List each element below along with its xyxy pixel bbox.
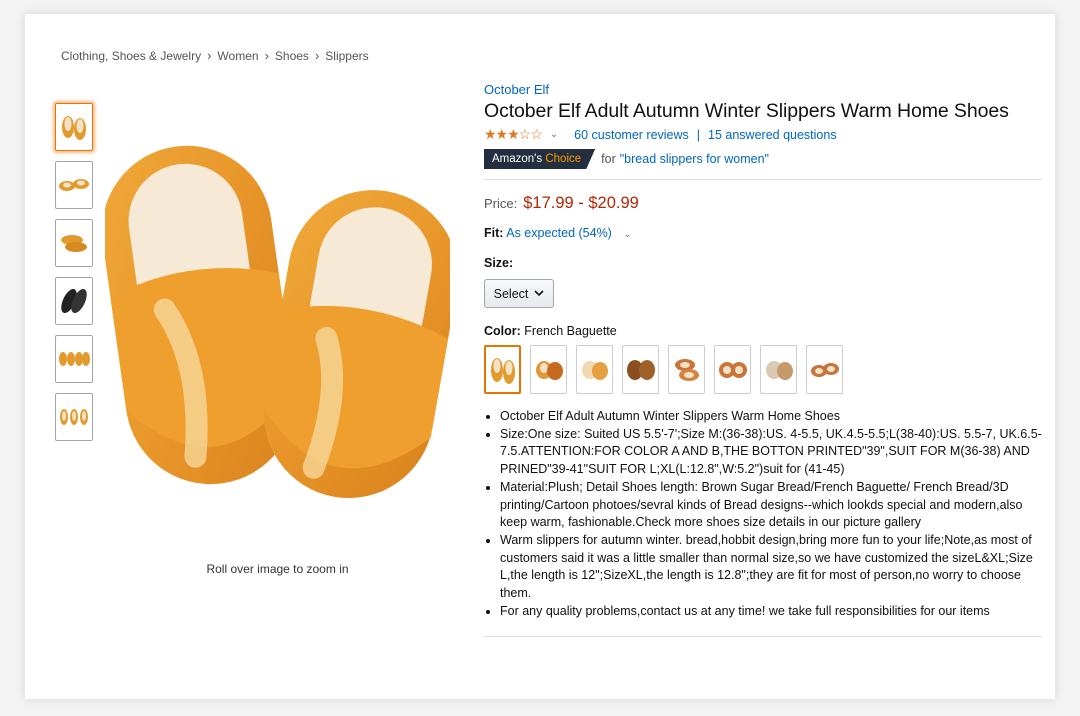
feature-bullet: October Elf Adult Autumn Winter Slippers…	[500, 408, 1044, 426]
breadcrumb: Clothing, Shoes & Jewelry › Women › Shoe…	[61, 48, 369, 63]
color-swatch-4[interactable]	[622, 345, 659, 394]
breadcrumb-shoes[interactable]: Shoes	[275, 49, 309, 63]
color-value: French Baguette	[524, 324, 617, 338]
amazons-choice-row: Amazon's Choice for "bread slippers for …	[484, 149, 1044, 169]
brand-link[interactable]: October Elf	[484, 82, 1044, 97]
choice-for-label: for	[601, 152, 616, 166]
thumbnail-2[interactable]	[55, 161, 93, 209]
price-label: Price:	[484, 196, 518, 211]
size-select[interactable]: Select	[484, 279, 554, 308]
fit-row: Fit: As expected (54%) ⌄	[484, 226, 1044, 240]
color-swatch-3[interactable]	[576, 345, 613, 394]
feature-bullet: For any quality problems,contact us at a…	[500, 603, 1044, 621]
thumbnail-1[interactable]	[55, 103, 93, 151]
chevron-right-icon: ›	[207, 48, 212, 63]
reviews-link[interactable]: 60 customer reviews	[574, 128, 689, 142]
price-value: $17.99 - $20.99	[523, 194, 639, 212]
feature-bullet: Material:Plush; Detail Shoes length: Bro…	[500, 479, 1044, 532]
color-label-row: Color: French Baguette	[484, 324, 1044, 338]
amazons-choice-badge: Amazon's Choice	[484, 149, 596, 169]
color-swatch-5[interactable]	[668, 345, 705, 394]
thumbnail-5[interactable]	[55, 335, 93, 383]
rating-row: ★★★☆☆ ⌄ 60 customer reviews | 15 answere…	[484, 126, 1044, 143]
thumbnail-6[interactable]	[55, 393, 93, 441]
product-main-image[interactable]	[101, 134, 459, 504]
thumbnail-list	[55, 103, 93, 451]
questions-link[interactable]: 15 answered questions	[708, 128, 837, 142]
size-select-label: Select	[493, 286, 529, 301]
feature-bullets: October Elf Adult Autumn Winter Slippers…	[484, 408, 1044, 620]
feature-bullet: Size:One size: Suited US 5.5'-7';Size M:…	[500, 426, 1044, 479]
product-details: October Elf October Elf Adult Autumn Win…	[484, 82, 1044, 638]
chevron-right-icon: ›	[314, 48, 320, 63]
color-swatch-2[interactable]	[530, 345, 567, 394]
color-swatch-6[interactable]	[714, 345, 751, 394]
thumbnail-4[interactable]	[55, 277, 93, 325]
color-swatch-8[interactable]	[806, 345, 843, 394]
chevron-down-icon[interactable]: ⌄	[550, 129, 558, 140]
chevron-down-icon	[534, 290, 544, 297]
divider	[484, 636, 1042, 638]
choice-query-link[interactable]: "bread slippers for women"	[620, 152, 769, 166]
fit-value-link[interactable]: As expected (54%)	[506, 226, 612, 240]
color-label: Color:	[484, 324, 521, 338]
thumbnail-3[interactable]	[55, 219, 93, 267]
chevron-down-icon[interactable]: ⌄	[623, 229, 631, 240]
divider	[484, 179, 1042, 180]
product-page: Clothing, Shoes & Jewelry › Women › Shoe…	[25, 14, 1055, 699]
color-swatch-7[interactable]	[760, 345, 797, 394]
color-swatch-french-baguette[interactable]	[484, 345, 521, 394]
breadcrumb-women[interactable]: Women	[217, 49, 258, 63]
color-swatches	[484, 345, 1044, 394]
star-rating-icon[interactable]: ★★★☆☆	[484, 126, 543, 143]
breadcrumb-slippers[interactable]: Slippers	[325, 49, 368, 63]
breadcrumb-clothing[interactable]: Clothing, Shoes & Jewelry	[61, 49, 201, 63]
fit-label: Fit:	[484, 226, 504, 240]
product-title: October Elf Adult Autumn Winter Slippers…	[484, 100, 1009, 122]
price-row: Price: $17.99 - $20.99	[484, 194, 1044, 213]
size-label: Size:	[484, 256, 514, 270]
divider: |	[696, 127, 701, 142]
zoom-hint: Roll over image to zoom in	[206, 562, 349, 576]
feature-bullet: Warm slippers for autumn winter. bread,h…	[500, 532, 1044, 603]
chevron-right-icon: ›	[264, 48, 269, 63]
